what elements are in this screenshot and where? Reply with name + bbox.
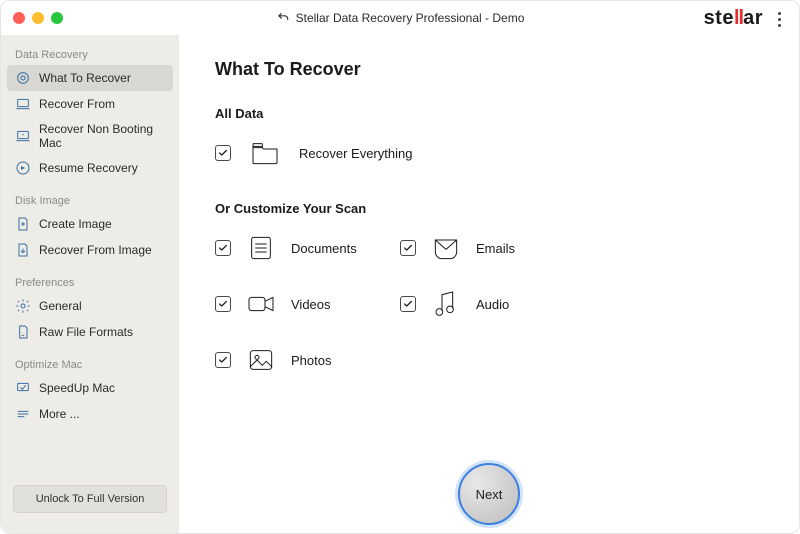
menu-button[interactable]: [771, 9, 787, 29]
documents-icon: [243, 230, 279, 266]
gear-icon: [15, 298, 31, 314]
back-icon[interactable]: [276, 10, 290, 27]
recover-everything-label: Recover Everything: [299, 146, 412, 161]
option-videos: Videos: [215, 286, 400, 322]
documents-checkbox[interactable]: [215, 240, 231, 256]
sidebar-item-what-to-recover[interactable]: What To Recover: [7, 65, 173, 91]
emails-icon: [428, 230, 464, 266]
sidebar-item-more[interactable]: More ...: [1, 401, 179, 427]
sidebar-item-raw-file-formats[interactable]: Raw File Formats: [1, 319, 179, 345]
audio-checkbox[interactable]: [400, 296, 416, 312]
speedup-icon: [15, 380, 31, 396]
next-button[interactable]: Next: [458, 463, 520, 525]
section-data-recovery: Data Recovery: [1, 43, 179, 65]
file-icon: [15, 324, 31, 340]
more-icon: [15, 406, 31, 422]
laptop-icon: [15, 96, 31, 112]
customize-label: Or Customize Your Scan: [215, 201, 763, 216]
titlebar: Stellar Data Recovery Professional - Dem…: [1, 1, 799, 35]
option-emails: Emails: [400, 230, 585, 266]
recover-everything-row: Recover Everything: [215, 135, 763, 171]
page-title: What To Recover: [215, 59, 763, 80]
target-icon: [15, 70, 31, 86]
laptop-alert-icon: [15, 128, 31, 144]
all-data-label: All Data: [215, 106, 763, 121]
photos-icon: [243, 342, 279, 378]
section-disk-image: Disk Image: [1, 189, 179, 211]
sidebar-item-recover-from[interactable]: Recover From: [1, 91, 179, 117]
create-image-icon: [15, 216, 31, 232]
sidebar: Data Recovery What To Recover Recover Fr…: [1, 35, 179, 533]
folder-icon: [247, 135, 283, 171]
audio-icon: [428, 286, 464, 322]
window-title: Stellar Data Recovery Professional - Dem…: [296, 11, 525, 25]
main-panel: What To Recover All Data Recover Everyth…: [179, 35, 799, 533]
sidebar-item-general[interactable]: General: [1, 293, 179, 319]
sidebar-item-recover-from-image[interactable]: Recover From Image: [1, 237, 179, 263]
section-preferences: Preferences: [1, 271, 179, 293]
videos-icon: [243, 286, 279, 322]
sidebar-item-speedup-mac[interactable]: SpeedUp Mac: [1, 375, 179, 401]
option-audio: Audio: [400, 286, 585, 322]
sidebar-item-recover-non-booting[interactable]: Recover Non Booting Mac: [1, 117, 179, 155]
option-photos: Photos: [215, 342, 400, 378]
recover-image-icon: [15, 242, 31, 258]
videos-checkbox[interactable]: [215, 296, 231, 312]
resume-icon: [15, 160, 31, 176]
sidebar-item-create-image[interactable]: Create Image: [1, 211, 179, 237]
unlock-full-version-button[interactable]: Unlock To Full Version: [13, 485, 167, 513]
scan-options: Documents Emails Videos Audio: [215, 230, 763, 398]
brand-logo: stellar: [704, 7, 763, 30]
recover-everything-checkbox[interactable]: [215, 145, 231, 161]
option-documents: Documents: [215, 230, 400, 266]
sidebar-item-resume-recovery[interactable]: Resume Recovery: [1, 155, 179, 181]
emails-checkbox[interactable]: [400, 240, 416, 256]
photos-checkbox[interactable]: [215, 352, 231, 368]
app-window: Stellar Data Recovery Professional - Dem…: [0, 0, 800, 534]
section-optimize-mac: Optimize Mac: [1, 353, 179, 375]
window-title-area: Stellar Data Recovery Professional - Dem…: [1, 10, 799, 27]
